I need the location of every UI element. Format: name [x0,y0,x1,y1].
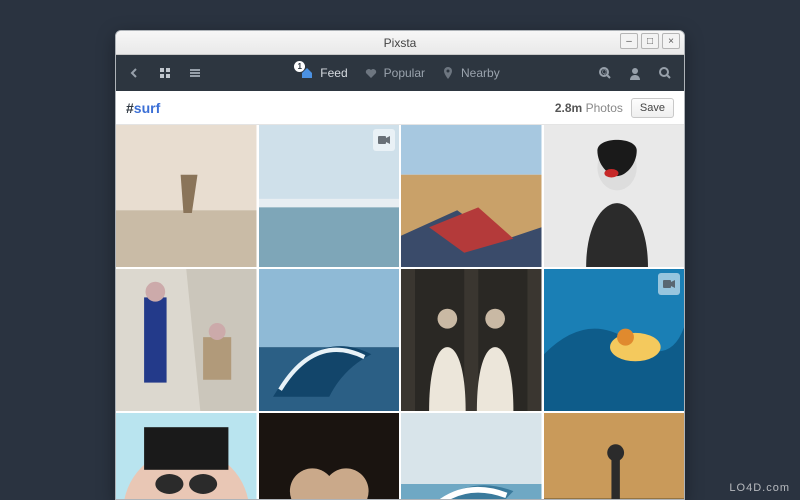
photo-tile[interactable] [116,413,257,500]
svg-text:Q: Q [602,70,607,76]
watermark: LO4D.com [729,482,790,494]
nav-feed-label: Feed [320,66,347,80]
photo-tile[interactable] [401,269,542,411]
save-button[interactable]: Save [631,98,674,118]
arrow-left-icon [129,67,141,79]
list-view-button[interactable] [182,60,208,86]
grid-icon [159,67,171,79]
toolbar: 1 Feed Popular Nearby Q [116,55,684,91]
photo-count: 2.8m Photos [555,101,623,115]
user-icon [628,66,642,80]
photo-grid [116,125,684,500]
photo-tile[interactable] [544,125,685,267]
nav-popular-label: Popular [384,66,425,80]
photo-tile[interactable] [544,413,685,500]
heart-icon [364,66,378,80]
back-button[interactable] [122,60,148,86]
photo-tile[interactable] [401,413,542,500]
photo-tile[interactable] [259,413,400,500]
video-indicator [658,273,680,295]
maximize-button[interactable]: □ [641,33,659,49]
list-icon [189,67,201,79]
photo-tile[interactable] [401,125,542,267]
nav-feed[interactable]: 1 Feed [300,66,347,80]
subheader: #surf 2.8m Photos Save [116,91,684,125]
home-icon: 1 [300,66,314,80]
location-icon [441,66,455,80]
photo-tile[interactable] [259,269,400,411]
minimize-button[interactable]: – [620,33,638,49]
video-icon [377,133,391,147]
window-title: Pixsta [384,36,417,50]
photo-tile[interactable] [116,125,257,267]
nav-popular[interactable]: Popular [364,66,425,80]
search-button[interactable] [652,60,678,86]
profile-button[interactable] [622,60,648,86]
tag-icon: Q [598,66,612,80]
photo-tile[interactable] [116,269,257,411]
search-icon [658,66,672,80]
photo-tile[interactable] [544,269,685,411]
video-icon [662,277,676,291]
titlebar: Pixsta – □ × [116,31,684,55]
grid-view-button[interactable] [152,60,178,86]
app-window: Pixsta – □ × 1 Feed [115,30,685,500]
photo-tile[interactable] [259,125,400,267]
hashtag-label: #surf [126,100,160,116]
video-indicator [373,129,395,151]
nav-nearby-label: Nearby [461,66,500,80]
hashtag-search-button[interactable]: Q [592,60,618,86]
nav-nearby[interactable]: Nearby [441,66,500,80]
close-button[interactable]: × [662,33,680,49]
